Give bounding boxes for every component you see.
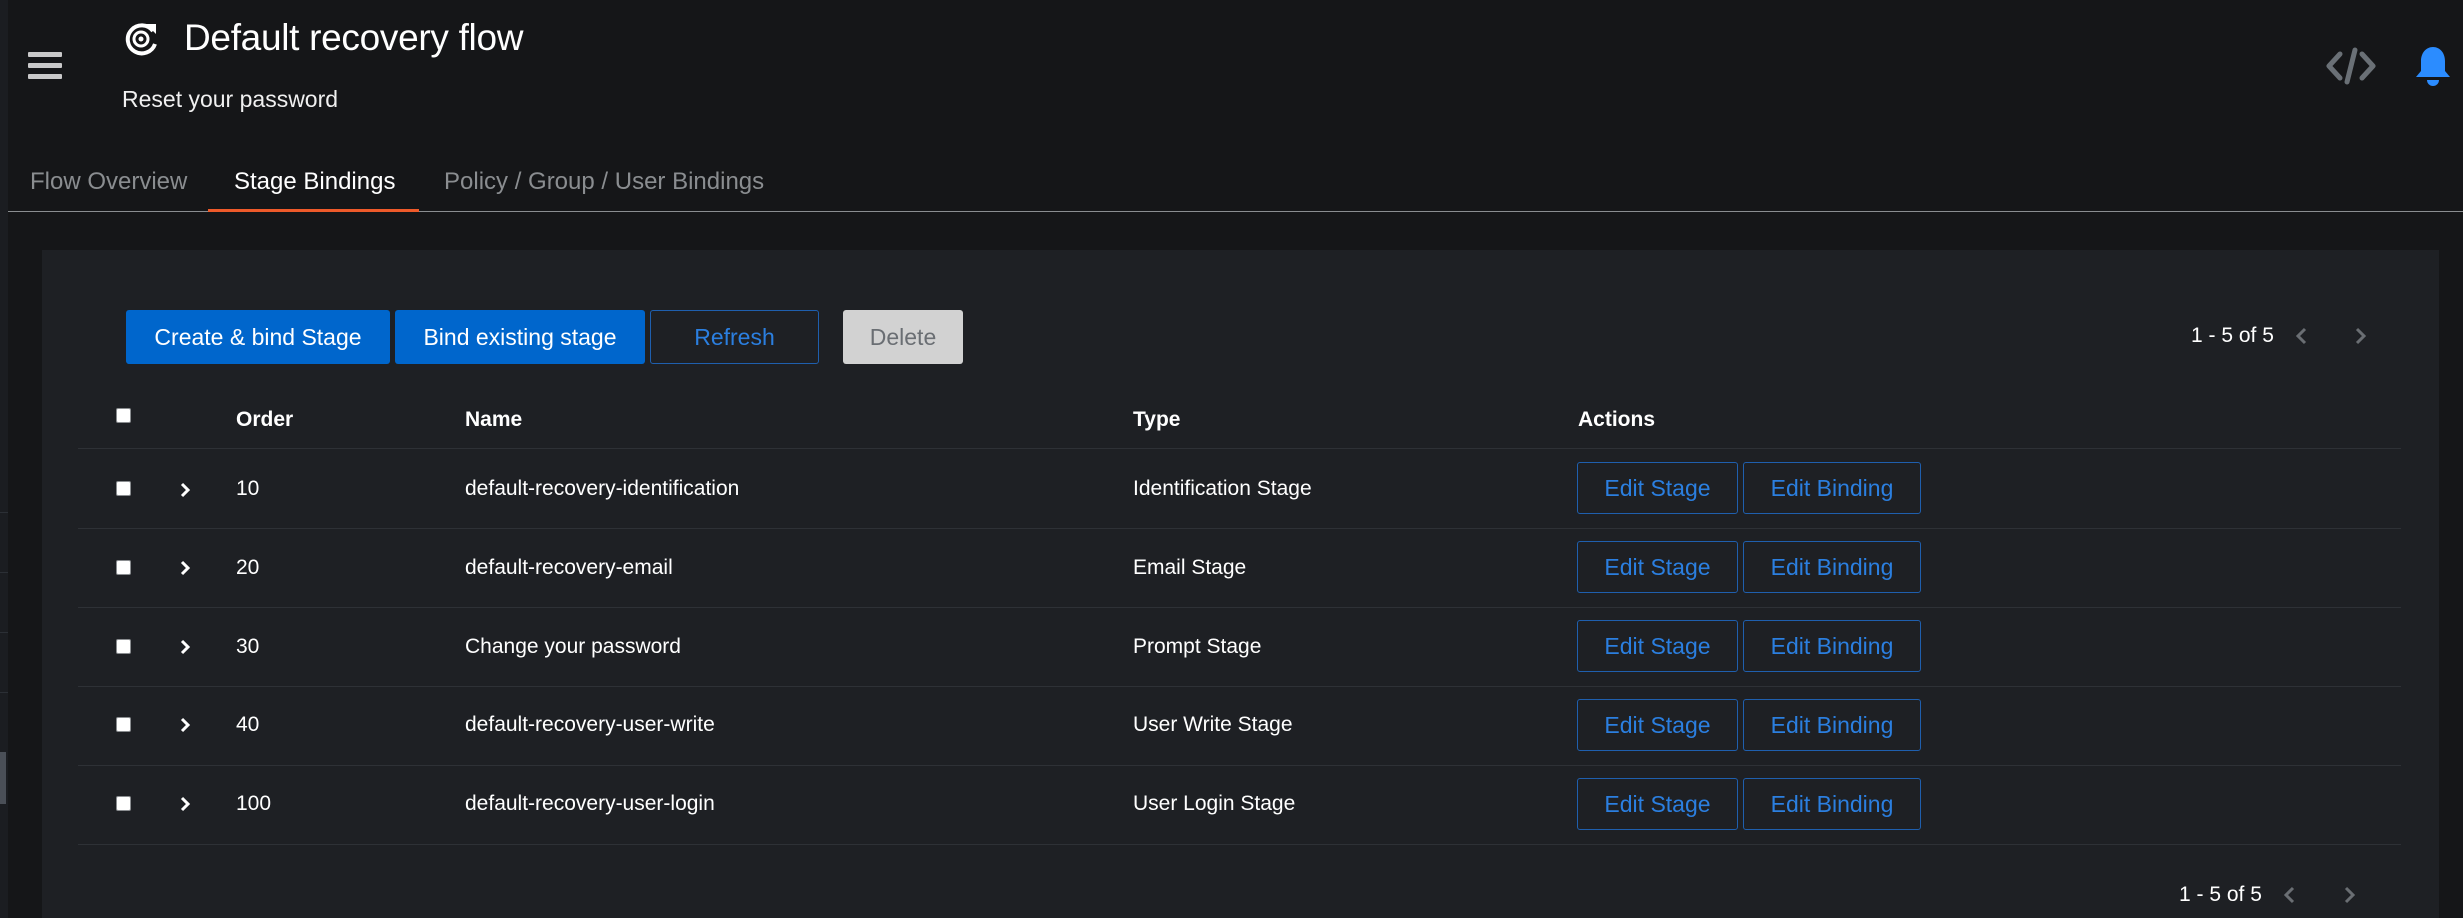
row-type: Prompt Stage [1133, 635, 1262, 658]
row-divider [78, 607, 2401, 608]
column-header-actions: Actions [1578, 408, 1656, 431]
row-divider [78, 528, 2401, 529]
flow-recovery-icon [120, 18, 162, 60]
row-order: 40 [236, 713, 260, 736]
edit-stage-button[interactable]: Edit Stage [1577, 699, 1738, 751]
edit-binding-button[interactable]: Edit Binding [1743, 620, 1921, 672]
left-edge-strip [0, 0, 8, 918]
delete-button[interactable]: Delete [843, 310, 963, 364]
column-header-order[interactable]: Order [236, 408, 293, 432]
row-divider [78, 844, 2401, 845]
row-type: User Login Stage [1133, 792, 1296, 815]
select-all-checkbox[interactable] [116, 408, 131, 423]
chevron-right-icon[interactable] [176, 716, 194, 734]
chevron-right-icon[interactable] [176, 638, 194, 656]
row-name: Change your password [465, 635, 681, 658]
edit-stage-button[interactable]: Edit Stage [1577, 620, 1738, 672]
strip-divider [0, 692, 8, 693]
edit-binding-button[interactable]: Edit Binding [1743, 541, 1921, 593]
pagination-range-bottom: 1 - 5 of 5 [2179, 883, 2262, 906]
pagination-range-top: 1 - 5 of 5 [2191, 324, 2274, 347]
bind-existing-stage-button[interactable]: Bind existing stage [395, 310, 645, 364]
edit-stage-button[interactable]: Edit Stage [1577, 541, 1738, 593]
column-header-type: Type [1133, 408, 1181, 431]
edit-binding-button[interactable]: Edit Binding [1743, 778, 1921, 830]
strip-divider [0, 512, 8, 513]
tab-stage-bindings[interactable]: Stage Bindings [234, 168, 395, 196]
row-select-checkbox[interactable] [116, 796, 131, 811]
row-select-checkbox[interactable] [116, 639, 131, 654]
row-name: default-recovery-user-login [465, 792, 715, 815]
chevron-left-icon[interactable] [2290, 324, 2314, 348]
chevron-right-icon[interactable] [176, 795, 194, 813]
edit-binding-button[interactable]: Edit Binding [1743, 699, 1921, 751]
chevron-right-icon[interactable] [2348, 324, 2372, 348]
row-order: 20 [236, 556, 260, 579]
row-type: User Write Stage [1133, 713, 1293, 736]
bell-icon[interactable] [2414, 44, 2452, 88]
code-icon[interactable] [2326, 46, 2376, 86]
page-title: Default recovery flow [184, 17, 524, 58]
row-order: 30 [236, 635, 260, 658]
chevron-right-icon[interactable] [2337, 883, 2361, 907]
chevron-right-icon[interactable] [176, 559, 194, 577]
tab-flow-overview[interactable]: Flow Overview [30, 168, 187, 196]
edit-stage-button[interactable]: Edit Stage [1577, 462, 1738, 514]
row-select-checkbox[interactable] [116, 481, 131, 496]
row-type: Identification Stage [1133, 477, 1312, 500]
row-order: 100 [236, 792, 272, 815]
row-select-checkbox[interactable] [116, 717, 131, 732]
row-type: Email Stage [1133, 556, 1247, 579]
strip-divider [0, 572, 8, 573]
row-name: default-recovery-identification [465, 477, 740, 500]
row-order: 10 [236, 477, 260, 500]
chevron-left-icon[interactable] [2278, 883, 2302, 907]
hamburger-icon[interactable] [28, 52, 62, 80]
column-header-name[interactable]: Name [465, 408, 522, 432]
row-select-checkbox[interactable] [116, 560, 131, 575]
edit-binding-button[interactable]: Edit Binding [1743, 462, 1921, 514]
strip-scroll-thumb[interactable] [0, 752, 6, 804]
refresh-button[interactable]: Refresh [650, 310, 819, 364]
create-bind-stage-button[interactable]: Create & bind Stage [126, 310, 390, 364]
row-name: default-recovery-email [465, 556, 673, 579]
table-divider [78, 448, 2401, 449]
edit-stage-button[interactable]: Edit Stage [1577, 778, 1738, 830]
chevron-right-icon[interactable] [176, 481, 194, 499]
row-name: default-recovery-user-write [465, 713, 715, 736]
row-divider [78, 686, 2401, 687]
page-subtitle: Reset your password [122, 86, 339, 112]
row-divider [78, 765, 2401, 766]
tab-policy-group-user-bindings[interactable]: Policy / Group / User Bindings [444, 168, 764, 196]
strip-divider [0, 632, 8, 633]
active-tab-indicator [208, 209, 419, 212]
